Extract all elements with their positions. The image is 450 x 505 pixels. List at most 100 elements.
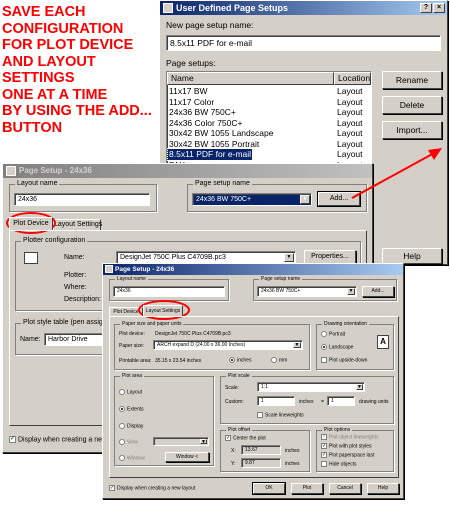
new-page-setup-name-input[interactable]: 8.5x11 PDF for e-mail <box>166 35 441 51</box>
plot-options-group: Plot options ✓ Plot object lineweights ✓ P… <box>316 427 394 472</box>
checkbox-icon <box>257 412 263 418</box>
window-radio[interactable]: Window <box>119 455 145 461</box>
layout-name-input[interactable]: 24x36 <box>14 193 150 206</box>
window-button[interactable]: Window < <box>165 452 209 462</box>
y-label: Y: <box>231 461 236 467</box>
checkbox-icon: ✓ <box>225 435 231 441</box>
view-select[interactable]: ▼ <box>153 437 209 446</box>
close-button[interactable]: × <box>433 3 445 13</box>
list-item[interactable]: 11x17 BW Layout <box>167 86 371 97</box>
units-mm-radio[interactable]: mm <box>271 357 287 363</box>
plot-button[interactable]: Plot <box>291 483 323 494</box>
display-radio[interactable]: Display <box>119 423 143 429</box>
tab-label: Layout Settings <box>54 221 103 228</box>
window-button-label: Window < <box>175 454 199 460</box>
pst-name-label: Name: <box>20 336 41 343</box>
plot-style-table-select[interactable]: Harbor Drive <box>44 333 104 346</box>
chevron-down-icon[interactable]: ▼ <box>200 439 207 445</box>
page-setup-name-select[interactable]: 24x36 BW 750C+ ▼ <box>192 193 312 206</box>
column-header-location[interactable]: Location <box>334 72 371 85</box>
chevron-down-icon[interactable]: ▼ <box>356 384 363 390</box>
layout-radio[interactable]: Layout <box>119 389 142 395</box>
ok-button[interactable]: OK <box>252 482 286 495</box>
display-new-layout-checkbox[interactable]: ✓ Display when creating a new layout <box>109 485 195 491</box>
checkbox-label: Center the plot <box>233 435 266 442</box>
list-item[interactable]: 11x17 Color Layout <box>167 97 371 108</box>
delete-button[interactable]: Delete <box>382 96 442 114</box>
chevron-down-icon[interactable]: ▼ <box>300 195 310 204</box>
custom-paper-input[interactable]: 1 <box>257 396 295 406</box>
extents-radio[interactable]: Extents <box>119 406 144 412</box>
list-item[interactable]: 30x42 BW 1055 Landscape Layout <box>167 128 371 139</box>
radio-icon <box>229 357 235 363</box>
chevron-down-icon[interactable]: ▼ <box>347 288 355 295</box>
opt-paperspace-checkbox[interactable]: ✓ Plot paperspace last <box>321 452 374 458</box>
chevron-down-icon[interactable]: ▼ <box>284 253 294 262</box>
radio-icon <box>119 455 125 461</box>
plotter-label: Plotter: <box>64 272 87 279</box>
rename-button[interactable]: Rename <box>382 71 442 89</box>
opt-plotstyles-checkbox[interactable]: ✓ Plot with plot styles <box>321 443 372 449</box>
upside-down-checkbox[interactable]: Plot upside-down <box>321 357 367 363</box>
opt-lineweights-checkbox[interactable]: ✓ Plot object lineweights <box>321 434 378 440</box>
list-item[interactable]: 24x36 BW 750C+ Layout <box>167 107 371 118</box>
help-title-button[interactable]: ? <box>420 3 432 13</box>
add-button[interactable]: Add... <box>317 191 361 207</box>
portrait-radio[interactable]: Portrait <box>321 331 345 337</box>
page-setup-name-label: Page setup name <box>259 276 303 282</box>
name-label: Name: <box>64 254 85 261</box>
ps2-titlebar: Page Setup - 24x36 <box>103 264 403 275</box>
select-value: ARCH expand D (24.00 x 36.00 Inches) <box>157 342 246 348</box>
column-header-name[interactable]: Name <box>167 72 334 85</box>
tab-label: Layout Settings <box>145 308 181 314</box>
custom-units-input[interactable]: 1 <box>327 396 355 406</box>
view-radio[interactable]: View <box>119 439 138 445</box>
help-button[interactable]: Help <box>367 483 399 494</box>
custom-inches-label: inches <box>299 399 314 405</box>
rename-label: Rename <box>395 75 429 85</box>
ps1-titlebar: Page Setup - 24x36 <box>3 164 372 178</box>
printable-area-label: Printable area: <box>119 358 152 364</box>
select-value: 24x36 BW 750C+ <box>261 288 301 294</box>
plot-offset-label: Plot offset <box>226 427 253 433</box>
checkbox-label: Plot with plot styles <box>329 443 372 450</box>
paper-size-group-label: Paper size and paper units <box>120 321 184 327</box>
tab-layout-settings[interactable]: Layout Settings <box>53 219 103 230</box>
display-checkbox[interactable]: ✓ Display when creating a new la <box>9 436 115 443</box>
properties-button[interactable]: Properties... <box>304 250 356 264</box>
row-location: Layout <box>337 86 363 96</box>
row-name: 30x42 BW 1055 Landscape <box>169 128 274 138</box>
instruction-line: SETTINGS <box>2 70 75 86</box>
cancel-button[interactable]: Cancel <box>329 483 361 494</box>
new-name-label: New page setup name: <box>166 20 254 30</box>
checkbox-icon: ✓ <box>109 485 115 491</box>
center-plot-checkbox[interactable]: ✓ Center the plot <box>225 435 266 441</box>
layout-name-input[interactable]: 24x36 <box>113 286 225 297</box>
list-item[interactable]: 30x42 BW 1055 Portrait Layout <box>167 139 371 150</box>
properties-label: Properties... <box>311 253 349 260</box>
drawing-orientation-group: Drawing orientation Portrait Landscape P… <box>316 321 394 370</box>
list-item-selected[interactable]: 8.5x11 PDF for e-mail Layout <box>167 148 371 161</box>
scale-select[interactable]: 1:1 ▼ <box>257 382 365 392</box>
paper-size-select[interactable]: ARCH expand D (24.00 x 36.00 Inches) ▼ <box>153 340 303 350</box>
add-button[interactable]: Add... <box>362 286 394 297</box>
list-item[interactable]: 24x36 Color 750C+ Layout <box>167 118 371 129</box>
radio-icon <box>271 357 277 363</box>
page-setup-name-select[interactable]: 24x36 BW 750C+ ▼ <box>257 286 357 297</box>
y-inches-label: inches <box>285 461 300 467</box>
scale-lineweights-checkbox[interactable]: Scale lineweights <box>257 412 304 418</box>
ps1-title: Page Setup - 24x36 <box>19 166 92 175</box>
import-button[interactable]: Import... <box>382 121 442 139</box>
checkbox-label: Plot upside-down <box>329 357 368 364</box>
landscape-radio[interactable]: Landscape <box>321 344 353 350</box>
layout-name-group: Layout name 24x36 <box>9 180 157 212</box>
opt-hide-checkbox[interactable]: Hide objects <box>321 461 357 467</box>
chevron-down-icon[interactable]: ▼ <box>293 342 301 348</box>
y-offset-input[interactable]: 9.87 <box>241 458 281 468</box>
tab-plot-device[interactable]: Plot Device <box>9 217 53 230</box>
x-offset-input[interactable]: 13.67 <box>241 445 281 455</box>
help-button[interactable]: Help <box>382 248 442 264</box>
tab-layout-settings[interactable]: Layout Settings <box>143 305 183 316</box>
where-label: Where: <box>64 284 87 291</box>
units-inches-radio[interactable]: inches <box>229 357 251 363</box>
